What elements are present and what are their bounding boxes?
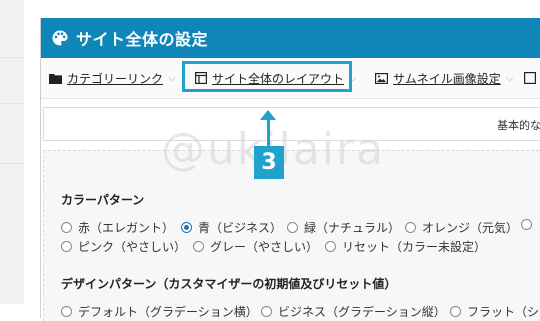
radio-button-selected[interactable] (181, 222, 192, 233)
folder-icon (49, 73, 62, 84)
radio-option-business[interactable]: ビジネス（グラデーション縦） (261, 303, 446, 320)
radio-button[interactable] (61, 306, 72, 317)
radio-button[interactable] (61, 222, 72, 233)
radio-button[interactable] (287, 222, 298, 233)
radio-button[interactable] (193, 241, 204, 252)
radio-button[interactable] (261, 306, 272, 317)
radio-option-flat[interactable]: フラット（シ (450, 303, 539, 320)
sidebar-divider (0, 163, 24, 164)
radio-button[interactable] (450, 306, 461, 317)
sidebar-divider (0, 57, 24, 58)
radio-label: オレンジ（元気） (422, 221, 519, 235)
panel-title: サイト全体の設定 (76, 30, 209, 49)
radio-option-orange[interactable]: オレンジ（元気） (405, 219, 518, 236)
panel-header: サイト全体の設定 (41, 18, 540, 58)
design-pattern-title: デザインパターン（カスタマイザーの初期値及びリセット値） (61, 277, 397, 291)
radio-label: 青（ビジネス） (198, 221, 283, 235)
description-text: 基本的な方 (497, 119, 540, 132)
radio-label: 赤（エレガント） (78, 221, 175, 235)
radio-option-reset[interactable]: リセット（カラー未設定） (325, 238, 486, 255)
radio-label: 緑（ナチュラル） (304, 221, 401, 235)
image-icon (375, 72, 388, 84)
radio-label: グレー（やさしい） (210, 240, 319, 254)
left-sidebar-strip (0, 0, 24, 304)
tab-thumbnail-settings[interactable]: サムネイル画像設定 ⌵ (375, 58, 513, 98)
radio-button[interactable] (325, 241, 336, 252)
radio-label: フラット（シ (467, 305, 540, 319)
radio-option-default[interactable]: デフォルト（グラデーション横） (61, 303, 258, 320)
radio-option-blue[interactable]: 青（ビジネス） (181, 219, 282, 236)
site-settings-panel: サイト全体の設定 カテゴリーリンク ⌵ サイト全体のレイアウト ⌵ サムネイル画… (40, 18, 540, 321)
radio-label: リセット（カラー未設定） (342, 240, 487, 254)
tab-label: カテゴリーリンク (67, 71, 164, 86)
radio-option-pink[interactable]: ピンク（やさしい） (61, 238, 186, 255)
highlight-frame (182, 61, 352, 92)
palette-icon (52, 30, 68, 46)
color-pattern-title: カラーパターン (61, 193, 145, 207)
radio-button[interactable] (61, 241, 72, 252)
radio-option-gray[interactable]: グレー（やさしい） (193, 238, 318, 255)
radio-label: ピンク（やさしい） (78, 240, 187, 254)
sidebar-divider (0, 103, 24, 104)
callout-number-badge: 3 (254, 146, 284, 179)
radio-label: ビジネス（グラデーション縦） (278, 305, 446, 319)
tab-next-partial[interactable] (524, 58, 540, 98)
radio-option-green[interactable]: 緑（ナチュラル） (287, 219, 400, 236)
radio-label: デフォルト（グラデーション横） (78, 305, 258, 319)
chevron-down-icon: ⌵ (505, 72, 514, 84)
tab-label: サムネイル画像設定 (393, 71, 501, 86)
chevron-down-icon: ⌵ (168, 72, 176, 84)
radio-button[interactable] (521, 219, 532, 230)
radio-option-red[interactable]: 赤（エレガント） (61, 219, 174, 236)
window-icon (524, 72, 536, 84)
radio-button[interactable] (405, 222, 416, 233)
settings-content: カラーパターン 赤（エレガント） 青（ビジネス） 緑（ナチュラル） オレンジ（元… (43, 150, 540, 321)
radio-option-partial[interactable] (521, 219, 538, 230)
tab-category-link[interactable]: カテゴリーリンク ⌵ (49, 58, 176, 98)
